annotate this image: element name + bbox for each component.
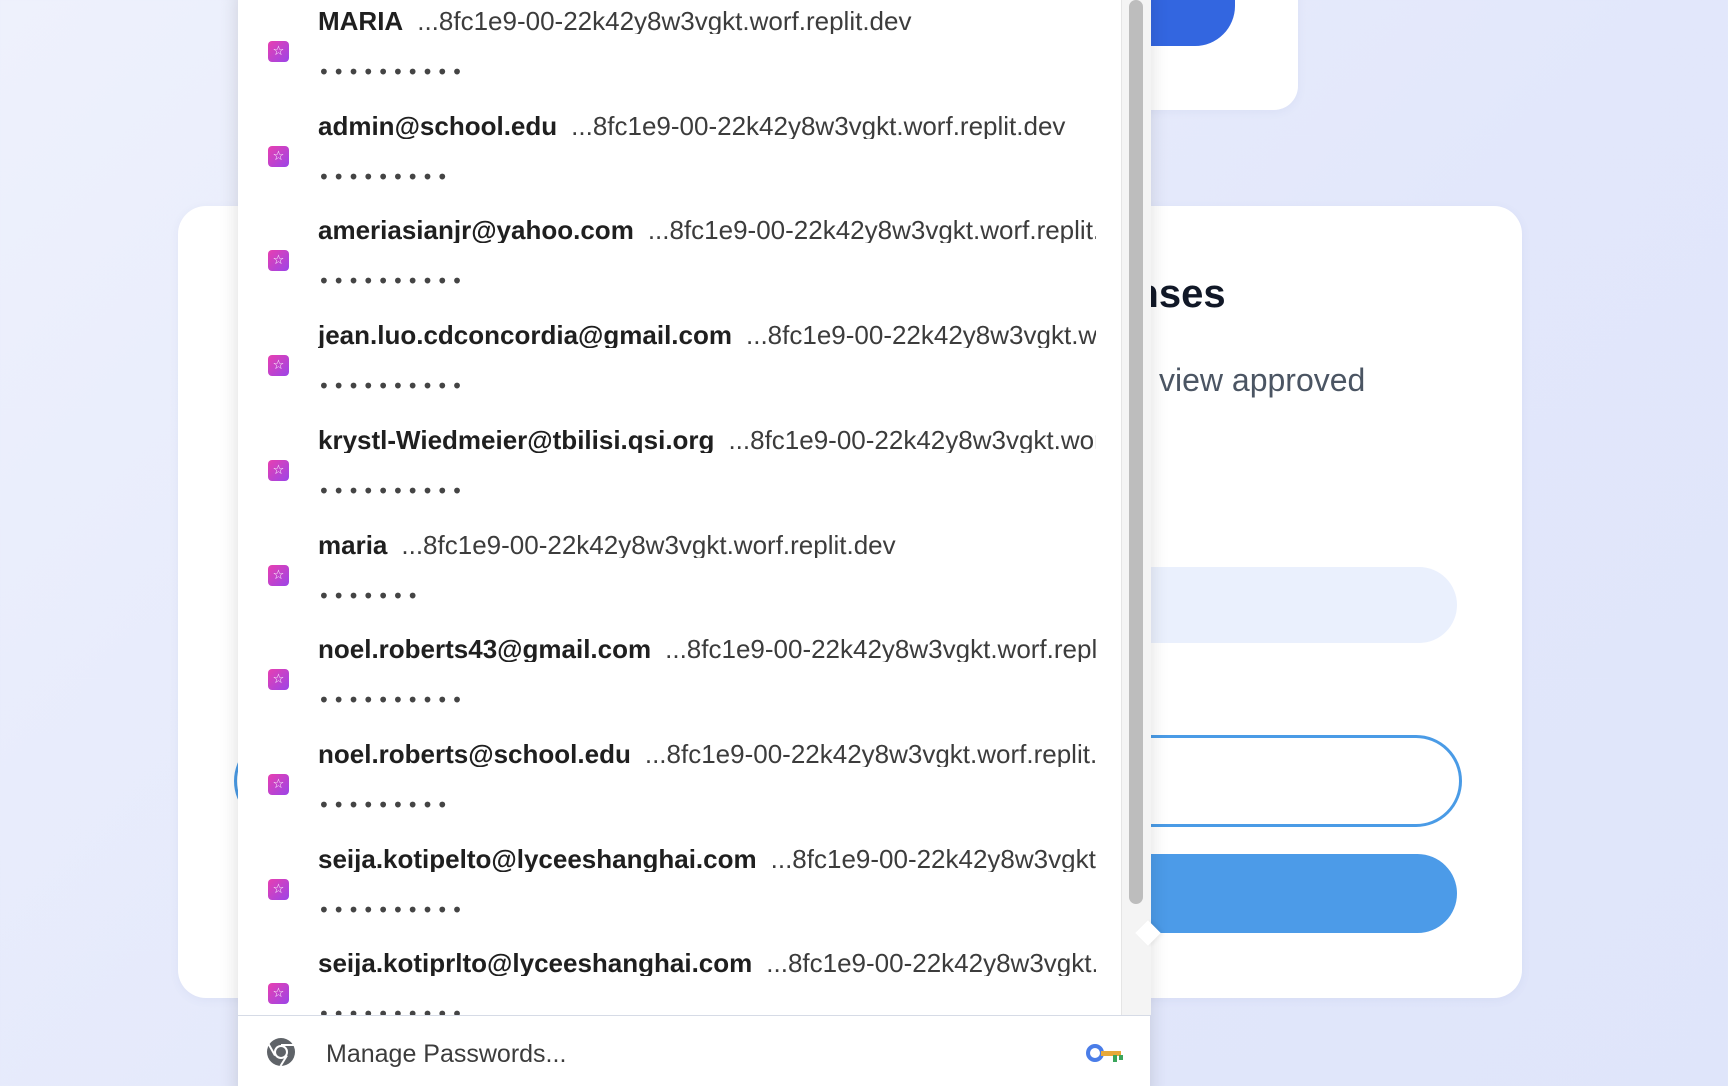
credential-site: ...8fc1e9-00-22k42y8w3vgkt.worf.replit.d…: [728, 426, 1096, 453]
credential-site: ...8fc1e9-00-22k42y8w3vgkt.worf.replit.d…: [644, 740, 1096, 767]
credential-username: jean.luo.cdconcordia@gmail.com: [318, 322, 732, 349]
credential-entry[interactable]: ☆ jean.luo.cdconcordia@gmail.com ...8fc1e9…: [238, 322, 1121, 426]
credential-entry[interactable]: ☆ seija.kotipelto@lyceeshanghai.com ...8fc…: [238, 846, 1121, 950]
credential-password-mask: ••••••••••: [318, 60, 466, 84]
star-icon: ☆: [268, 878, 289, 900]
credential-username: MARIA: [318, 8, 404, 34]
credential-site: ...8fc1e9-00-22k42y8w3vgkt.worf.replit.d…: [665, 636, 1096, 663]
credential-text: noel.roberts43@gmail.com ...8fc1e9-00-22k…: [318, 636, 1096, 662]
credential-entry[interactable]: ☆ seija.kotiprlto@lyceeshanghai.com ...8fc…: [238, 950, 1121, 1015]
credential-text: seija.kotiprlto@lyceeshanghai.com ...8fc1…: [318, 950, 1096, 976]
credential-password-mask: •••••••••: [318, 164, 452, 189]
credential-username: maria: [318, 531, 388, 558]
credential-site: ...8fc1e9-00-22k42y8w3vgkt.worf.replit.d…: [647, 217, 1096, 244]
credential-entry[interactable]: ☆ noel.roberts43@gmail.com ...8fc1e9-00-22…: [238, 636, 1121, 740]
chrome-icon: [267, 1038, 295, 1067]
credential-password-mask: ••••••••••: [318, 688, 466, 713]
key-icon: [1086, 1044, 1123, 1062]
credential-site: ...8fc1e9-00-22k42y8w3vgkt.worf.replit.d…: [746, 322, 1096, 349]
password-autofill-popup: ☆ MARIA ...8fc1e9-00-22k42y8w3vgkt.worf.re…: [238, 0, 1151, 1086]
credential-password-mask: ••••••••••: [318, 374, 466, 399]
star-icon: ☆: [268, 459, 289, 481]
credential-password-mask: ••••••••••: [318, 1002, 466, 1015]
credential-username: admin@school.edu: [318, 112, 558, 139]
star-icon: ☆: [268, 145, 289, 167]
credential-entry[interactable]: ☆ ameriasianjr@yahoo.com ...8fc1e9-00-22k4…: [238, 217, 1121, 321]
credential-list: ☆ MARIA ...8fc1e9-00-22k42y8w3vgkt.worf.re…: [238, 0, 1121, 1015]
credential-password-mask: ••••••••••: [318, 478, 466, 503]
credential-site: ...8fc1e9-00-22k42y8w3vgkt.worf.replit.d…: [770, 845, 1096, 872]
credential-entry[interactable]: ☆ admin@school.edu ...8fc1e9-00-22k42y8w3v…: [238, 113, 1121, 217]
credential-entry[interactable]: ☆ maria ...8fc1e9-00-22k42y8w3vgkt.worf.re…: [238, 532, 1121, 636]
star-icon: ☆: [268, 41, 289, 62]
credential-username: noel.roberts43@gmail.com: [318, 636, 652, 663]
star-icon: ☆: [268, 250, 289, 272]
manage-passwords-label: Manage Passwords...: [326, 1040, 567, 1068]
card-subtitle: view approved: [1159, 362, 1366, 398]
credential-text: ameriasianjr@yahoo.com ...8fc1e9-00-22k42…: [318, 217, 1096, 243]
credential-text: noel.roberts@school.edu ...8fc1e9-00-22k4…: [318, 741, 1096, 767]
credential-password-mask: ••••••••••: [318, 897, 466, 922]
manage-passwords-item[interactable]: Manage Passwords...: [238, 1016, 1150, 1086]
credential-password-mask: •••••••: [318, 583, 422, 608]
credential-text: seija.kotipelto@lyceeshanghai.com ...8fc1…: [318, 846, 1096, 872]
info-pill: [1100, 567, 1457, 643]
credential-username: seija.kotipelto@lyceeshanghai.com: [318, 845, 757, 872]
credential-site: ...8fc1e9-00-22k42y8w3vgkt.worf.replit.d…: [417, 8, 912, 34]
credential-username: ameriasianjr@yahoo.com: [318, 217, 634, 244]
credential-entry[interactable]: ☆ MARIA ...8fc1e9-00-22k42y8w3vgkt.worf.re…: [238, 8, 1121, 112]
scrollbar-thumb[interactable]: [1129, 0, 1143, 904]
star-icon: ☆: [268, 355, 289, 377]
credential-text: admin@school.edu ...8fc1e9-00-22k42y8w3vg…: [318, 113, 1096, 139]
credential-entry[interactable]: ☆ krystl-Wiedmeier@tbilisi.qsi.org ...8fc1…: [238, 427, 1121, 531]
credential-entry[interactable]: ☆ noel.roberts@school.edu ...8fc1e9-00-22k…: [238, 741, 1121, 845]
credential-site: ...8fc1e9-00-22k42y8w3vgkt.worf.replit.d…: [571, 112, 1066, 139]
credential-username: krystl-Wiedmeier@tbilisi.qsi.org: [318, 426, 715, 453]
star-icon: ☆: [268, 669, 289, 691]
credential-site: ...8fc1e9-00-22k42y8w3vgkt.worf.replit.d…: [401, 531, 896, 558]
star-icon: ☆: [268, 564, 289, 586]
credential-text: maria ...8fc1e9-00-22k42y8w3vgkt.worf.rep…: [318, 532, 1096, 558]
credential-username: seija.kotiprlto@lyceeshanghai.com: [318, 950, 753, 977]
credential-text: jean.luo.cdconcordia@gmail.com ...8fc1e9-…: [318, 322, 1096, 348]
credential-password-mask: •••••••••: [318, 792, 452, 817]
star-icon: ☆: [268, 983, 289, 1005]
credential-password-mask: ••••••••••: [318, 269, 466, 294]
credential-username: noel.roberts@school.edu: [318, 740, 631, 767]
star-icon: ☆: [268, 773, 289, 795]
submit-button[interactable]: [1100, 854, 1457, 933]
credential-site: ...8fc1e9-00-22k42y8w3vgkt.worf.replit.d…: [766, 950, 1096, 977]
credential-text: krystl-Wiedmeier@tbilisi.qsi.org ...8fc1e…: [318, 427, 1096, 453]
credential-text: MARIA ...8fc1e9-00-22k42y8w3vgkt.worf.rep…: [318, 8, 1096, 34]
